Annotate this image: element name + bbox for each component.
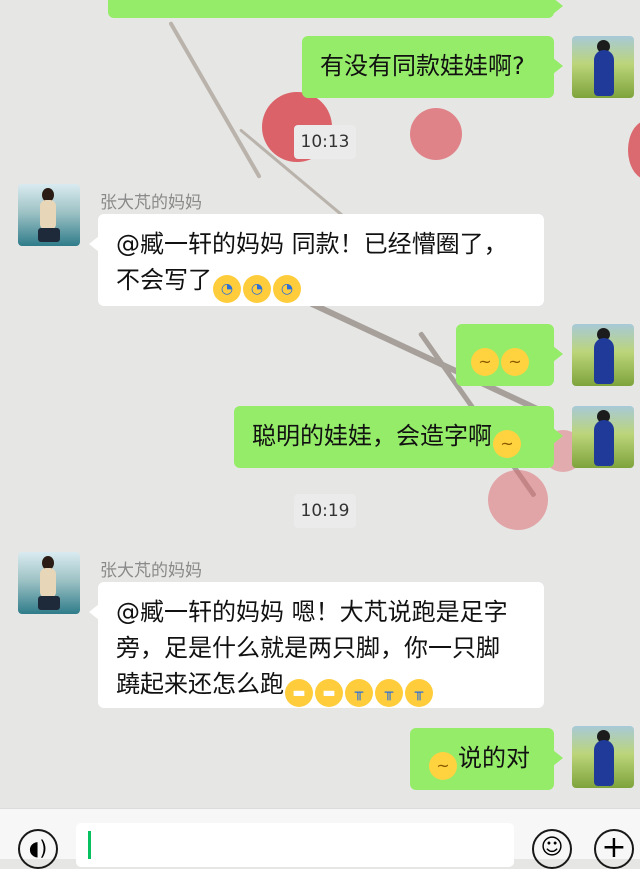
laughing-emoji-icon: ◔ <box>273 275 301 303</box>
message-text-line: 不会写了 ◔ ◔ ◔ <box>116 262 526 303</box>
message-input[interactable] <box>76 823 514 867</box>
laughing-emoji-icon: ◔ <box>243 275 271 303</box>
contact-avatar[interactable] <box>18 552 80 614</box>
message-text-line: 旁，足是什么就是两只脚，你一只脚 <box>116 634 500 662</box>
my-avatar[interactable] <box>572 726 634 788</box>
crying-emoji-icon: ╥ <box>405 679 433 707</box>
message-bubble-partial[interactable] <box>108 0 563 18</box>
grinning-emoji-icon: ▬ <box>315 679 343 707</box>
message-bubble[interactable]: 聪明的娃娃，会造字啊 ~ <box>234 406 563 468</box>
thinking-face-icon: ~ <box>501 348 529 376</box>
message-text: 说的对 <box>458 744 530 772</box>
message-text-line: @臧一轩的妈妈 嗯！大芃说跑是足字 <box>116 598 508 626</box>
grinning-emoji-icon: ▬ <box>285 679 313 707</box>
plus-icon[interactable]: + <box>594 829 634 869</box>
voice-icon[interactable]: ◖) <box>18 829 58 869</box>
text-cursor <box>88 831 91 859</box>
sender-name: 张大芃的妈妈 <box>100 193 202 213</box>
message-text: 聪明的娃娃，会造字啊 <box>252 422 492 450</box>
thinking-face-icon: ~ <box>429 752 457 780</box>
contact-avatar[interactable] <box>18 184 80 246</box>
chat-area[interactable]: 有没有同款娃娃啊? 10:13 张大芃的妈妈 @臧一轩的妈妈 同款！已经懵圈了，… <box>0 0 640 808</box>
sender-name: 张大芃的妈妈 <box>100 561 202 581</box>
message-text-line: @臧一轩的妈妈 同款！已经懵圈了， <box>116 230 508 258</box>
crying-emoji-icon: ╥ <box>345 679 373 707</box>
message-bubble[interactable]: ~ 说的对 <box>410 728 563 790</box>
my-avatar[interactable] <box>572 406 634 468</box>
crying-emoji-icon: ╥ <box>375 679 403 707</box>
laughing-emoji-icon: ◔ <box>213 275 241 303</box>
message-bubble[interactable]: @臧一轩的妈妈 同款！已经懵圈了， 不会写了 ◔ ◔ ◔ <box>89 214 544 306</box>
thinking-face-icon: ~ <box>471 348 499 376</box>
message-bubble[interactable]: ~ ~ <box>456 324 563 386</box>
emoji-icon[interactable]: ☺ <box>532 829 572 869</box>
message-bubble[interactable]: @臧一轩的妈妈 嗯！大芃说跑是足字 旁，足是什么就是两只脚，你一只脚 蹺起来还怎… <box>89 582 544 708</box>
my-avatar[interactable] <box>572 36 634 98</box>
message-text: 有没有同款娃娃啊? <box>320 52 525 80</box>
my-avatar[interactable] <box>572 324 634 386</box>
input-bar: ◖) ☺ + <box>0 808 640 869</box>
thinking-face-icon: ~ <box>493 430 521 458</box>
message-text-line: 蹺起来还怎么跑 ▬ ▬ ╥ ╥ ╥ <box>116 666 526 707</box>
timestamp: 10:19 <box>294 494 356 528</box>
message-bubble[interactable]: 有没有同款娃娃啊? <box>302 36 563 98</box>
timestamp: 10:13 <box>294 125 356 159</box>
